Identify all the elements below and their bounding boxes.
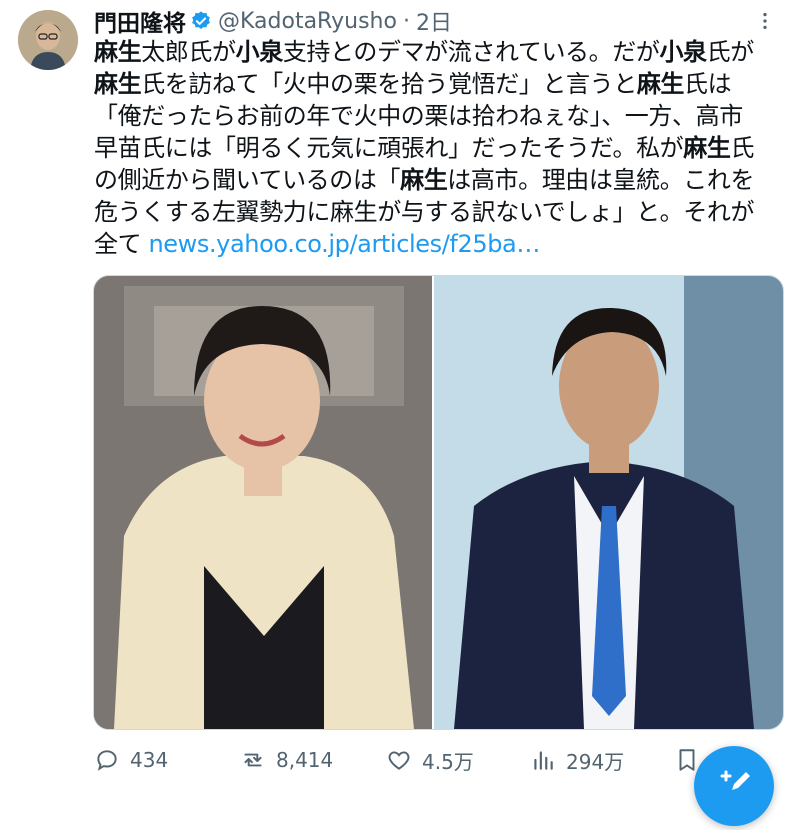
tweet-text-segment: 「俺だったらお前の年で火中の栗は拾わねぇな」、一方、高市 xyxy=(94,102,743,130)
photo-left[interactable] xyxy=(94,276,432,729)
author-name[interactable]: 門田隆将 xyxy=(94,4,186,38)
tweet-text-segment: の側近から聞いているのは「 xyxy=(94,166,401,194)
compose-button[interactable] xyxy=(694,746,774,826)
reply-icon xyxy=(97,750,117,771)
reply-count: 434 xyxy=(130,748,169,772)
tweet-text-segment: 危うくする左翼勢力に麻生が与する訳ないでしょ」と。それが xyxy=(94,198,755,226)
avatar[interactable] xyxy=(18,10,78,70)
retweet-count: 8,414 xyxy=(276,748,334,772)
separator-dot: · xyxy=(402,8,410,34)
retweet-icon xyxy=(244,753,262,767)
bold-text: 麻生 xyxy=(94,38,142,66)
tweet-text-line: の側近から聞いているのは「麻生は高市。理由は皇統。これを xyxy=(94,164,794,196)
tweet-time[interactable]: 2日 xyxy=(416,5,452,37)
bold-text: 小泉 xyxy=(659,38,707,66)
tweet-media[interactable] xyxy=(93,275,784,730)
tweet-text-segment: 支持とのデマが流されている。だが xyxy=(282,38,660,66)
more-dots-icon[interactable] xyxy=(750,6,780,36)
heart-icon xyxy=(388,751,410,770)
tweet-text-line: 麻生太郎氏が小泉支持とのデマが流されている。だが小泉氏が xyxy=(94,36,794,68)
article-link[interactable]: news.yahoo.co.jp/articles/f25ba… xyxy=(148,230,540,258)
bold-text: 小泉 xyxy=(235,38,284,66)
tweet-text-segment: 氏が xyxy=(706,38,755,66)
tweet-text-segment: 太郎氏が xyxy=(141,38,236,66)
views-chart-icon xyxy=(534,751,553,770)
photo-right[interactable] xyxy=(434,276,783,729)
author-handle[interactable]: @KadotaRyusho xyxy=(218,9,397,34)
view-count: 294万 xyxy=(566,749,625,774)
tweet-text-line: 「俺だったらお前の年で火中の栗は拾わねぇな」、一方、高市 xyxy=(94,100,794,132)
tweet-text-segment: は高市。理由は皇統。これを xyxy=(447,166,755,194)
like-button[interactable]: 4.5万 xyxy=(386,742,474,778)
tweet-text-segment: 全て xyxy=(94,230,149,258)
verified-badge-icon xyxy=(190,10,212,32)
reply-button[interactable]: 434 xyxy=(94,742,168,778)
tweet-text-line: 早苗氏には「明るく元気に頑張れ」だったそうだ。私が麻生氏 xyxy=(94,132,794,164)
tweet-text-line: 危うくする左翼勢力に麻生が与する訳ないでしょ」と。それが xyxy=(94,196,794,228)
bold-text: 麻生 xyxy=(636,70,685,98)
tweet-header: 門田隆将 @KadotaRyusho · 2日 xyxy=(94,4,780,38)
bold-text: 麻生 xyxy=(94,70,142,98)
views-button[interactable]: 294万 xyxy=(530,742,624,778)
retweet-button[interactable]: 8,414 xyxy=(240,742,333,778)
tweet-text-segment: 氏は xyxy=(684,70,732,98)
tweet-text-line: 全て news.yahoo.co.jp/articles/f25ba… xyxy=(94,228,794,260)
bold-text: 麻生 xyxy=(683,134,731,162)
bold-text: 麻生 xyxy=(400,166,448,194)
like-count: 4.5万 xyxy=(422,749,474,774)
tweet-text-line: 麻生氏を訪ねて「火中の栗を拾う覚悟だ」と言うと麻生氏は xyxy=(94,68,794,100)
tweet-text: 麻生太郎氏が小泉支持とのデマが流されている。だが小泉氏が 麻生氏を訪ねて「火中の栗… xyxy=(94,36,794,260)
tweet-text-segment: 氏を訪ねて「火中の栗を拾う覚悟だ」と言うと xyxy=(141,70,637,98)
tweet-text-segment: 早苗氏には「明るく元気に頑張れ」だったそうだ。私が xyxy=(94,134,684,162)
compose-icon xyxy=(720,770,750,790)
tweet-text-segment: 氏 xyxy=(730,134,755,162)
